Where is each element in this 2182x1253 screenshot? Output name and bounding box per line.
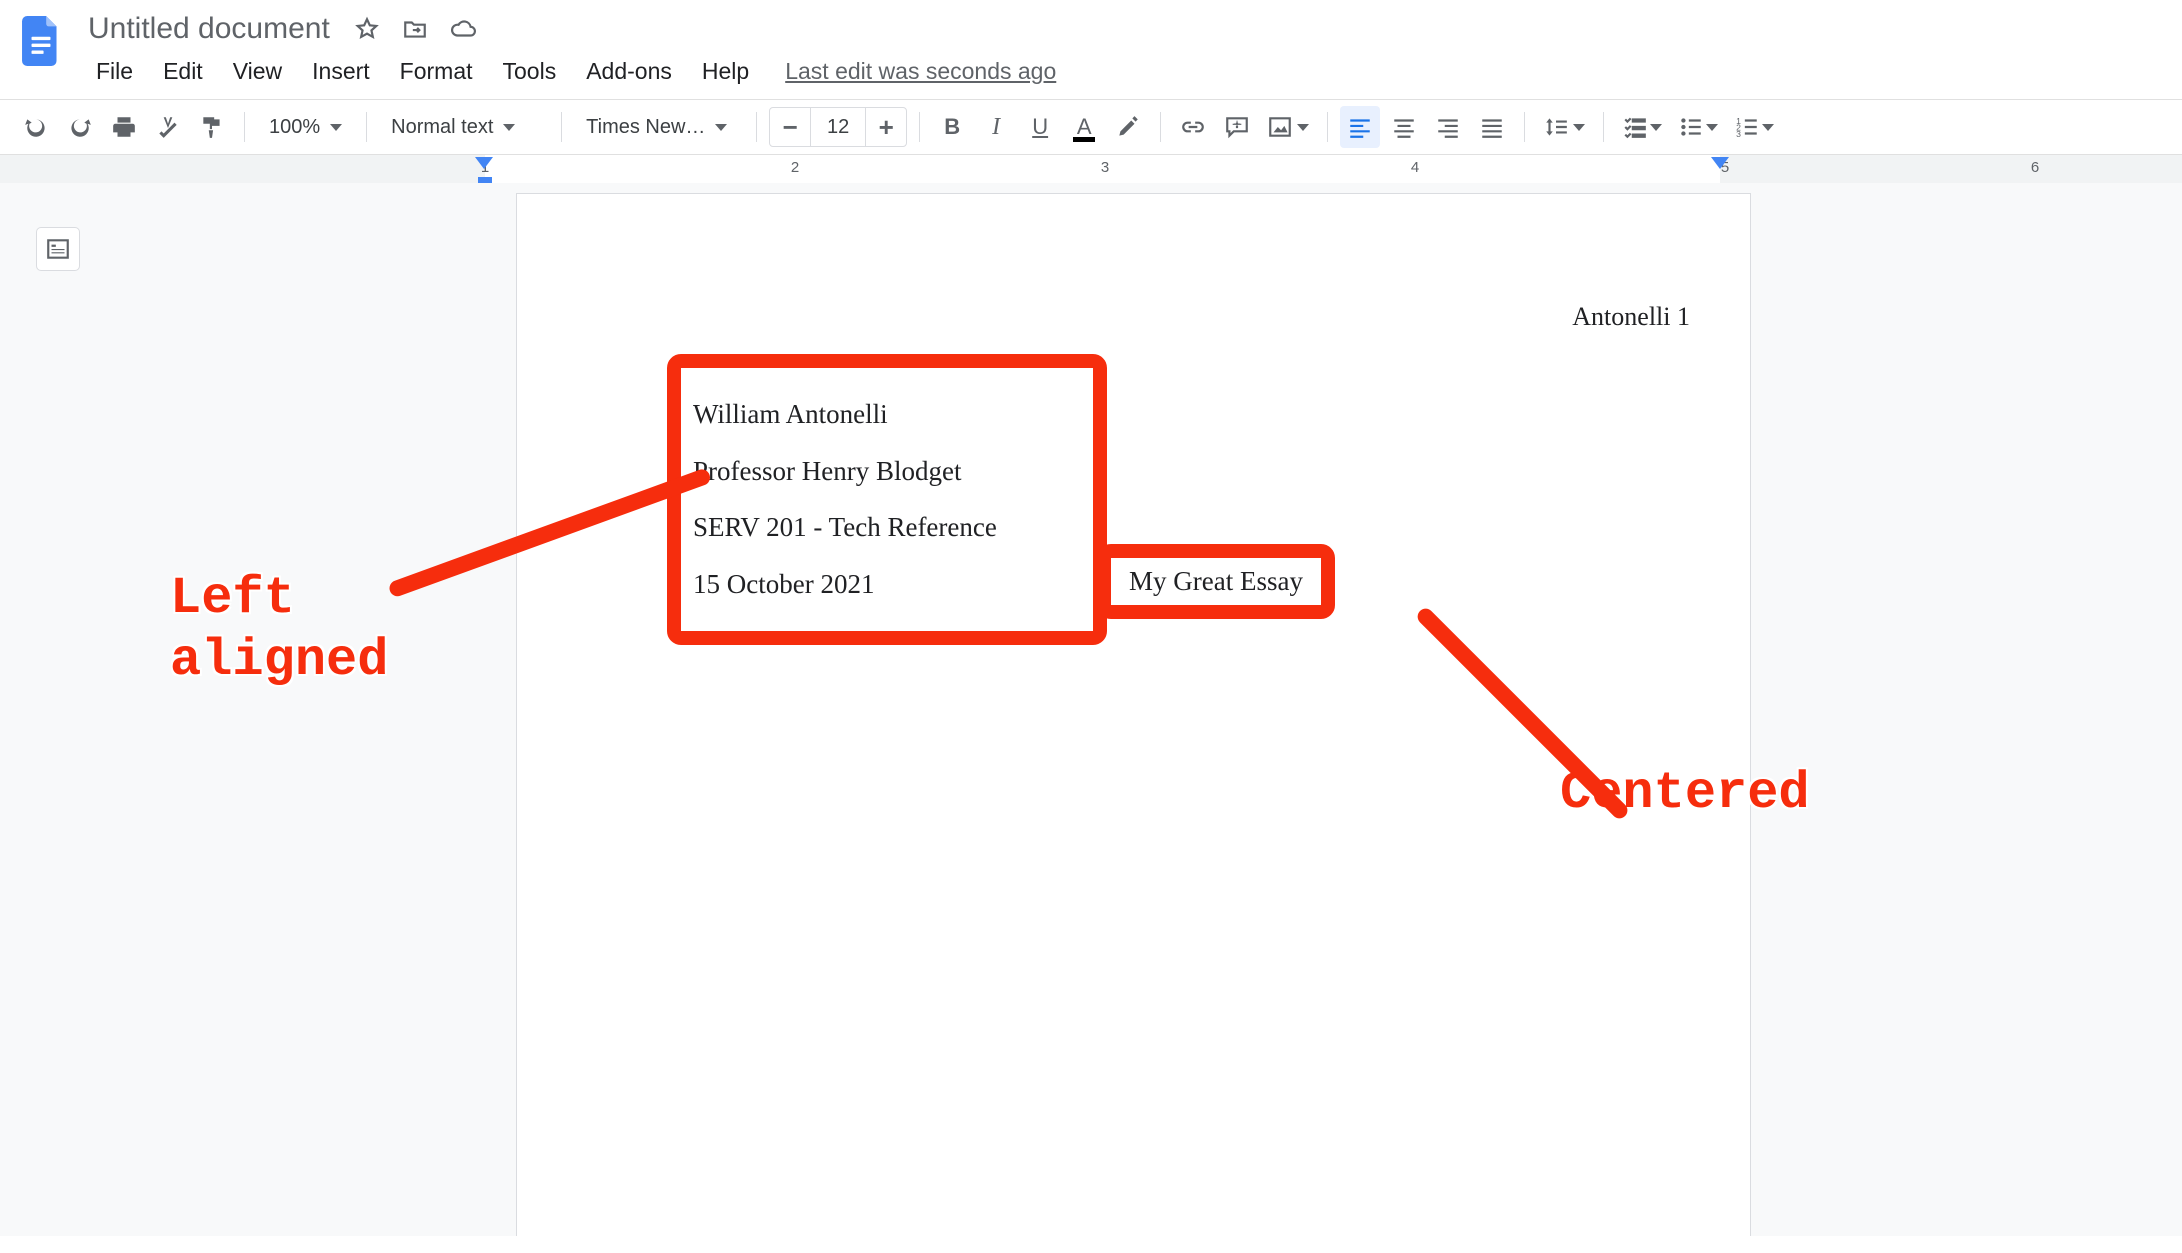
- highlight-button[interactable]: [1108, 106, 1148, 148]
- ruler[interactable]: 1 2 3 4 5 6 7: [0, 155, 2182, 183]
- menu-tools[interactable]: Tools: [491, 54, 569, 89]
- align-right-button[interactable]: [1428, 106, 1468, 148]
- undo-button[interactable]: [16, 106, 56, 148]
- print-button[interactable]: [104, 106, 144, 148]
- caret-icon: [1762, 124, 1774, 131]
- redo-button[interactable]: [60, 106, 100, 148]
- annotation-box-centered: My Great Essay: [1097, 544, 1335, 619]
- insert-image-button[interactable]: [1261, 106, 1315, 148]
- document-outline-button[interactable]: [36, 227, 80, 271]
- bold-button[interactable]: B: [932, 106, 972, 148]
- ruler-number: 4: [1411, 159, 1419, 176]
- separator: [561, 112, 562, 142]
- ruler-number: 3: [1101, 159, 1109, 176]
- menu-help[interactable]: Help: [690, 54, 761, 89]
- bulleted-list-button[interactable]: [1672, 106, 1724, 148]
- insert-comment-button[interactable]: +: [1217, 106, 1257, 148]
- move-folder-icon[interactable]: [400, 14, 430, 44]
- align-justify-button[interactable]: [1472, 106, 1512, 148]
- paragraph-style-value: Normal text: [391, 116, 493, 139]
- caret-icon: [330, 124, 342, 131]
- separator: [919, 112, 920, 142]
- caret-icon: [1573, 124, 1585, 131]
- annotation-text: Left: [170, 568, 388, 630]
- cloud-status-icon[interactable]: [448, 14, 478, 44]
- font-size-control: − 12 +: [769, 107, 907, 147]
- checklist-button[interactable]: [1616, 106, 1668, 148]
- font-value: Times New…: [586, 116, 705, 139]
- font-size-input[interactable]: 12: [810, 107, 866, 147]
- caret-icon: [503, 124, 515, 131]
- zoom-dropdown[interactable]: 100%: [257, 106, 354, 148]
- text-color-button[interactable]: A: [1064, 106, 1104, 148]
- svg-text:+: +: [1233, 116, 1241, 131]
- menu-file[interactable]: File: [84, 54, 145, 89]
- page-header-text: Antonelli 1: [1572, 302, 1690, 332]
- doc-title-text: My Great Essay: [1129, 566, 1303, 596]
- first-line-indent-marker[interactable]: [475, 157, 493, 169]
- menu-edit[interactable]: Edit: [151, 54, 215, 89]
- italic-button[interactable]: I: [976, 106, 1016, 148]
- align-center-button[interactable]: [1384, 106, 1424, 148]
- caret-icon: [1297, 124, 1309, 131]
- app-header: Untitled document File Edit View Insert …: [0, 0, 2182, 89]
- ruler-number: 6: [2031, 159, 2039, 176]
- right-indent-marker[interactable]: [1711, 157, 1729, 169]
- doc-line: SERV 201 - Tech Reference: [693, 499, 1081, 556]
- spellcheck-button[interactable]: [148, 106, 188, 148]
- caret-icon: [1706, 124, 1718, 131]
- star-icon[interactable]: [352, 14, 382, 44]
- underline-button[interactable]: U: [1020, 106, 1060, 148]
- last-edit-link[interactable]: Last edit was seconds ago: [785, 58, 1056, 85]
- doc-line: Professor Henry Blodget: [693, 443, 1081, 500]
- align-left-button[interactable]: [1340, 106, 1380, 148]
- paint-format-button[interactable]: [192, 106, 232, 148]
- document-page[interactable]: Antonelli 1 William Antonelli Professor …: [516, 193, 1751, 1236]
- caret-icon: [1650, 124, 1662, 131]
- menu-format[interactable]: Format: [388, 54, 485, 89]
- annotation-box-left: William Antonelli Professor Henry Blodge…: [667, 354, 1107, 645]
- font-dropdown[interactable]: Times New…: [574, 106, 744, 148]
- menu-addons[interactable]: Add-ons: [574, 54, 684, 89]
- separator: [1327, 112, 1328, 142]
- menu-bar: File Edit View Insert Format Tools Add-o…: [84, 48, 2170, 89]
- caret-icon: [715, 124, 727, 131]
- separator: [366, 112, 367, 142]
- annotation-text: aligned: [170, 630, 388, 692]
- separator: [1524, 112, 1525, 142]
- separator: [244, 112, 245, 142]
- separator: [1603, 112, 1604, 142]
- document-title[interactable]: Untitled document: [84, 10, 334, 48]
- docs-logo[interactable]: [12, 12, 70, 70]
- menu-view[interactable]: View: [221, 54, 294, 89]
- insert-link-button[interactable]: [1173, 106, 1213, 148]
- font-size-decrease[interactable]: −: [770, 107, 810, 147]
- toolbar: 100% Normal text Times New… − 12 + B I U…: [0, 99, 2182, 155]
- annotation-label-left: Left aligned: [170, 568, 388, 693]
- numbered-list-button[interactable]: 123: [1728, 106, 1780, 148]
- svg-text:3: 3: [1736, 129, 1741, 139]
- ruler-number: 2: [791, 159, 799, 176]
- menu-insert[interactable]: Insert: [300, 54, 382, 89]
- separator: [756, 112, 757, 142]
- font-size-increase[interactable]: +: [866, 107, 906, 147]
- line-spacing-button[interactable]: [1537, 106, 1591, 148]
- doc-line: 15 October 2021: [693, 556, 1081, 613]
- zoom-value: 100%: [269, 116, 320, 139]
- paragraph-style-dropdown[interactable]: Normal text: [379, 106, 549, 148]
- separator: [1160, 112, 1161, 142]
- editor-area: Antonelli 1 William Antonelli Professor …: [0, 183, 2182, 1236]
- doc-line: William Antonelli: [693, 386, 1081, 443]
